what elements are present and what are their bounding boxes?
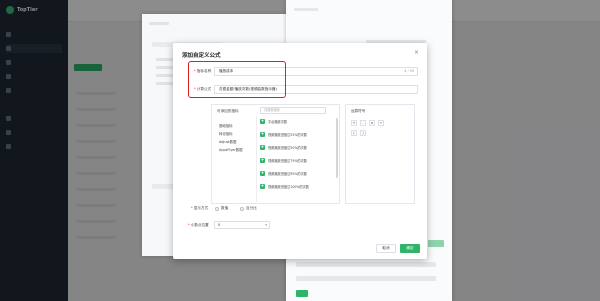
drawer-action-button[interactable] [428,240,444,247]
decimal-value: 0 [218,223,221,227]
metric-item[interactable]: + 视频播放进度达50%的次数 [260,145,307,150]
radio-dot[interactable] [215,206,219,211]
metrics-panel: 可添加的指标 请搜索指标 基础指标 转化指标 Adjust数据 AppsFlye… [211,104,340,204]
operators-panel: 运算符号 + - × ÷ ( ) [345,104,415,204]
add-icon[interactable]: + [260,158,265,163]
operator-divide-button[interactable]: ÷ [378,120,384,126]
drawer-row [156,74,174,77]
scrollbar[interactable] [336,118,338,178]
radio-label: 百分比 [246,206,257,210]
annotation-highlight-box [188,61,286,98]
drawer-title-placeholder [149,22,169,25]
drawer-row [296,262,436,267]
metric-label: 视频播放进度达75%的次数 [268,159,307,163]
operator-minus-button[interactable]: - [360,120,366,126]
metric-item[interactable]: + 视频播放进度达25%的次数 [260,132,307,137]
metric-item[interactable]: + 视频播放进度达100%的次数 [260,184,309,189]
drawer-row [156,66,174,69]
metric-search-input[interactable]: 请搜索指标 [260,107,326,114]
radio-label: 数值 [221,206,229,210]
panel-divider [256,116,257,202]
chevron-down-icon: ▾ [265,223,267,227]
close-icon[interactable]: × [414,49,419,56]
decimal-select[interactable]: 0 ▾ [214,221,270,229]
metric-label: 平台播放次数 [268,120,288,124]
metric-label: 视频播放进度达25%的次数 [268,133,307,137]
operator-plus-button[interactable]: + [351,120,357,126]
add-icon[interactable]: + [260,184,265,189]
operator-multiply-button[interactable]: × [369,120,375,126]
metric-label: 视频播放进度达95%的次数 [268,172,307,176]
metrics-panel-header: 可添加的指标 [217,109,239,113]
drawer-row [296,276,436,281]
radio-number[interactable]: 数值 [215,206,228,211]
display-mode-label-text: 显示方式 [193,206,209,210]
add-icon[interactable]: + [260,145,265,150]
operators-header: 运算符号 [351,109,366,113]
add-icon[interactable]: + [260,132,265,137]
metric-item[interactable]: + 平台播放次数 [260,119,287,124]
display-mode-label: *显示方式 [191,206,209,210]
drawer-row [156,82,174,85]
drawer-row [156,58,174,61]
category-item[interactable]: 基础指标 [219,123,233,128]
decimal-label: *小数点位置 [188,223,209,227]
category-item[interactable]: AppsFlyer数据 [219,147,243,152]
confirm-button[interactable]: 确定 [400,244,420,253]
metric-item[interactable]: + 视频播放进度达75%的次数 [260,158,307,163]
decimal-label-text: 小数点位置 [190,223,209,227]
category-item[interactable]: Adjust数据 [219,139,236,144]
add-icon[interactable]: + [260,119,265,124]
drawer-title-placeholder [294,8,318,11]
drawer-confirm-button[interactable] [296,290,308,297]
operator-close-paren-button[interactable]: ) [360,130,366,136]
radio-dot[interactable] [240,206,244,211]
category-item[interactable]: 转化指标 [219,131,233,136]
add-icon[interactable]: + [260,171,265,176]
dialog-title: 添加自定义公式 [182,53,221,59]
operator-open-paren-button[interactable]: ( [351,130,357,136]
metric-label: 视频播放进度达50%的次数 [268,146,307,150]
cancel-button[interactable]: 取消 [376,244,396,253]
char-counter: 4 / 30 [404,69,414,73]
radio-percent[interactable]: 百分比 [240,206,257,211]
metric-label: 视频播放进度达100%的次数 [268,185,309,189]
metric-item[interactable]: + 视频播放进度达95%的次数 [260,171,307,176]
search-placeholder: 请搜索指标 [264,108,280,112]
